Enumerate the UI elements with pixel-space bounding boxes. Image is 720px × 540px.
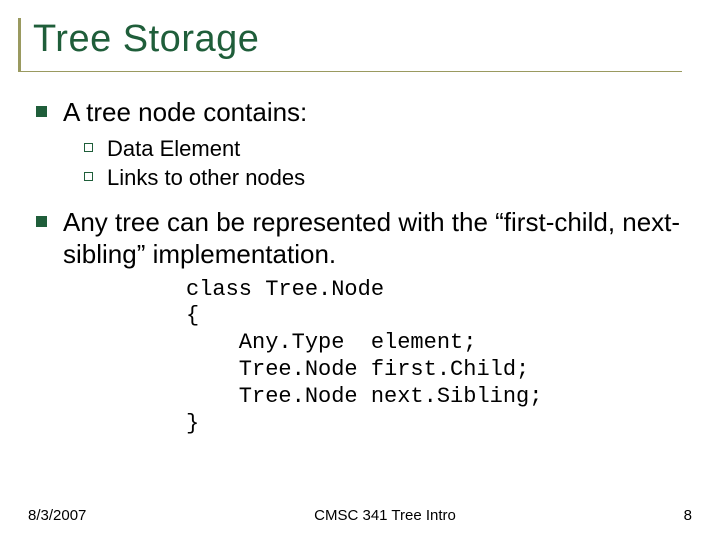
bullet-level1: A tree node contains:: [36, 96, 692, 129]
slide: Tree Storage A tree node contains: Data …: [0, 0, 720, 540]
sub-bullet-list: Data Element Links to other nodes: [36, 135, 692, 192]
title-container: Tree Storage: [18, 18, 682, 72]
sub-bullet-text: Links to other nodes: [107, 164, 305, 192]
bullet-text: A tree node contains:: [63, 96, 307, 129]
hollow-square-bullet-icon: [84, 172, 93, 181]
square-bullet-icon: [36, 216, 47, 227]
bullet-text: Any tree can be represented with the “fi…: [63, 206, 692, 271]
bullet-level2: Data Element: [84, 135, 692, 163]
slide-footer: 8/3/2007 CMSC 341 Tree Intro 8: [0, 507, 720, 524]
bullet-level1: Any tree can be represented with the “fi…: [36, 206, 692, 271]
bullet-level2: Links to other nodes: [84, 164, 692, 192]
footer-page-number: 8: [684, 507, 692, 524]
square-bullet-icon: [36, 106, 47, 117]
hollow-square-bullet-icon: [84, 143, 93, 152]
footer-course: CMSC 341 Tree Intro: [86, 507, 683, 524]
slide-title: Tree Storage: [33, 18, 682, 61]
content-area: A tree node contains: Data Element Links…: [18, 96, 692, 437]
footer-date: 8/3/2007: [28, 507, 86, 524]
code-block: class Tree.Node { Any.Type element; Tree…: [36, 277, 692, 438]
sub-bullet-text: Data Element: [107, 135, 240, 163]
